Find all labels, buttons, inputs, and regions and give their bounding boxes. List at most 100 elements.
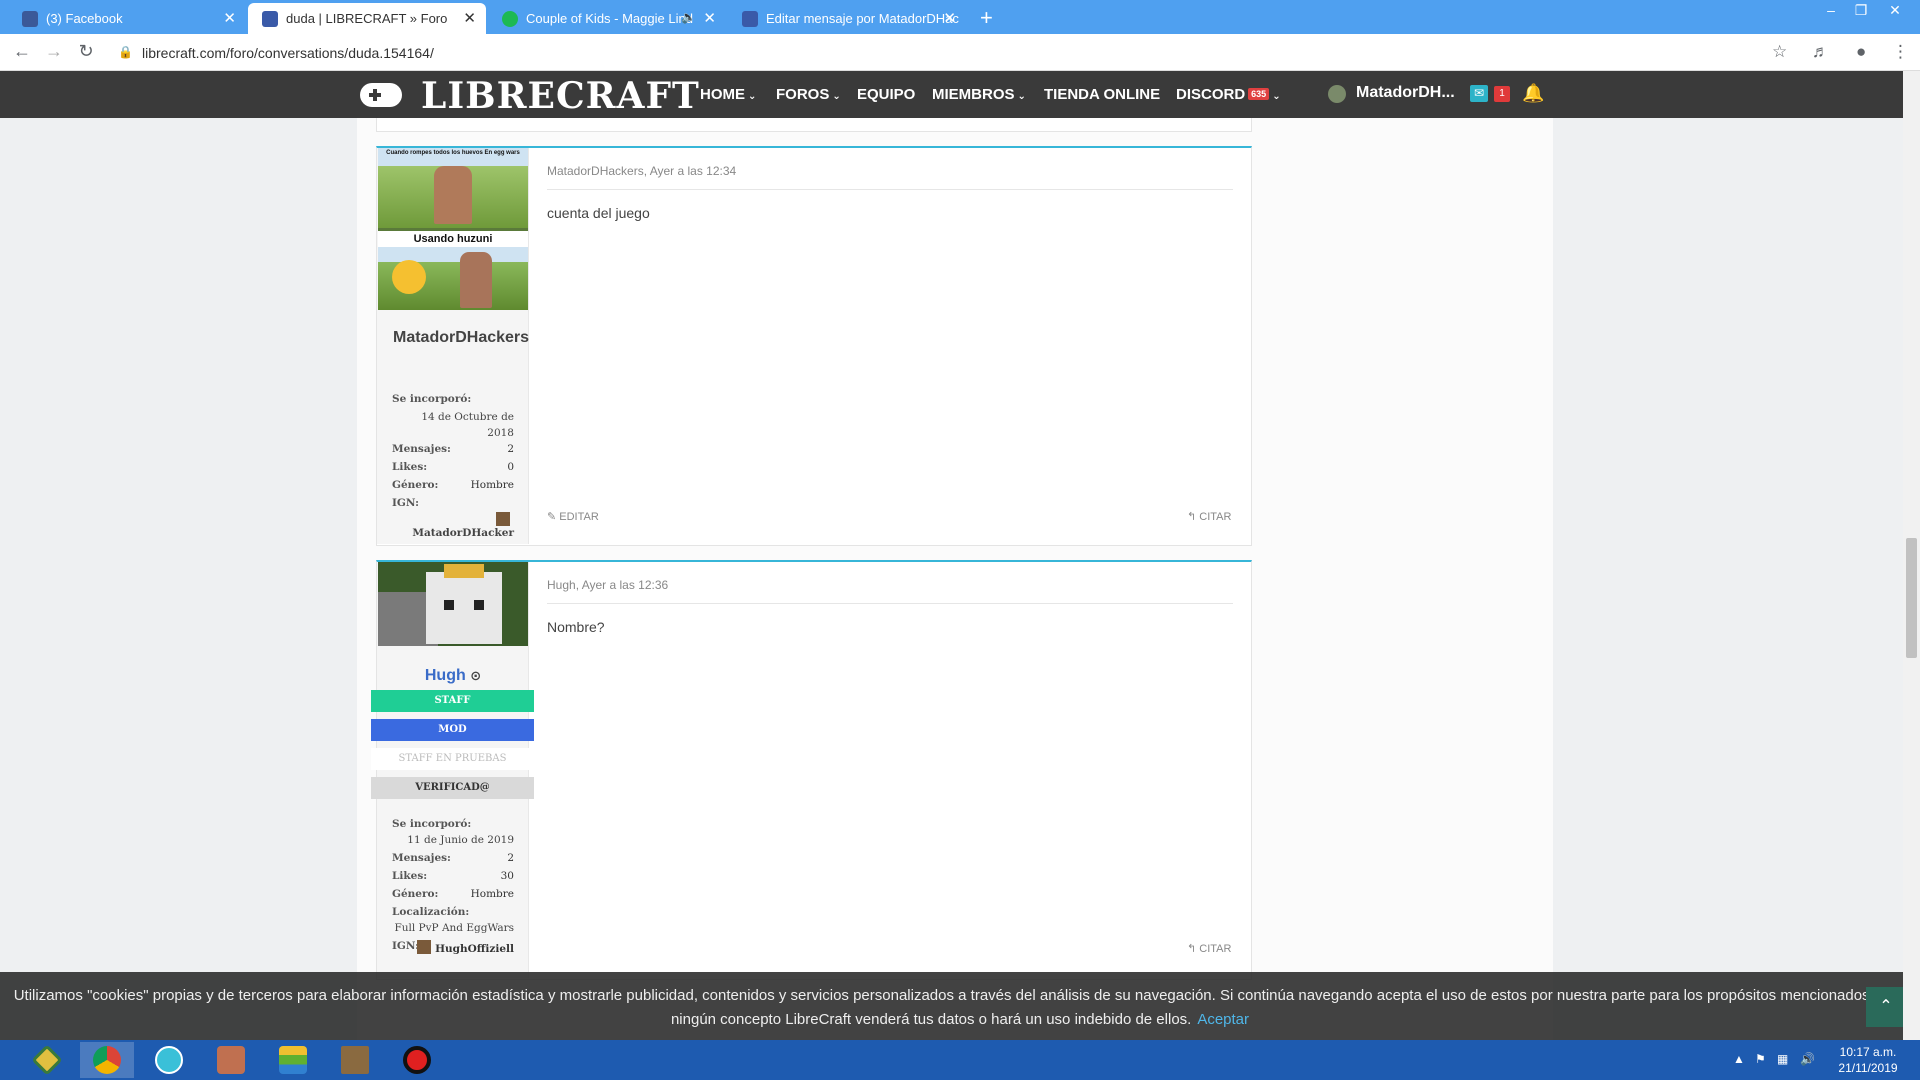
tray-flag-icon[interactable]: ⚑ (1755, 1052, 1766, 1066)
profile-icon[interactable]: ● (1856, 42, 1866, 62)
gamepad-logo-icon[interactable] (360, 83, 402, 107)
back-arrow-icon[interactable]: ← (10, 41, 34, 62)
post-username[interactable]: Hugh ⊙ (377, 666, 529, 686)
tab-librecraft-foro[interactable]: duda | LIBRECRAFT » Foro ✕ (248, 3, 486, 34)
user-menu[interactable]: MatadorDH... (1356, 84, 1455, 102)
taskbar-app-character[interactable] (204, 1042, 258, 1078)
bell-icon[interactable]: 🔔 (1522, 83, 1544, 104)
chevron-down-icon: ⌄ (1272, 91, 1281, 102)
taskbar-app-bluestacks[interactable] (266, 1042, 320, 1078)
stat-likes: Likes: 0 (392, 461, 514, 475)
tray-expand-icon[interactable]: ▲ (1733, 1052, 1745, 1066)
role-badge-mod: MOD (371, 719, 534, 741)
quote-link[interactable]: ↰ CITAR (1187, 510, 1231, 523)
stat-value: 30 (500, 870, 514, 882)
stat-key: Se incorporó: (392, 818, 472, 830)
post-message: cuenta del juego (547, 205, 650, 221)
user-avatar-image[interactable]: Cuando rompes todos los huevos En egg wa… (378, 148, 528, 310)
quote-label: CITAR (1199, 943, 1232, 955)
menu-dots-icon[interactable]: ⋮ (1892, 42, 1909, 62)
verified-check-icon: ⊙ (470, 668, 482, 683)
network-icon[interactable]: ▦ (1777, 1052, 1788, 1066)
nav-home[interactable]: HOME ⌄ (700, 86, 756, 103)
close-tab-icon[interactable]: ✕ (703, 9, 716, 27)
nav-label: FOROS (776, 86, 830, 103)
nav-label: EQUIPO (857, 86, 916, 103)
post-meta[interactable]: MatadorDHackers, Ayer a las 12:34 (547, 164, 736, 178)
tab-title: (3) Facebook (46, 11, 123, 26)
stat-ign-value: HughOffiziell (417, 940, 514, 955)
nav-equipo[interactable]: EQUIPO (857, 86, 915, 103)
volume-icon[interactable]: 🔊 (1800, 1052, 1815, 1066)
nav-discord[interactable]: DISCORD 635 ⌄ (1176, 86, 1281, 103)
clock-time: 10:17 a.m. (1839, 1045, 1897, 1059)
taskbar-app-recorder[interactable] (390, 1042, 444, 1078)
reload-icon[interactable]: ↻ (74, 41, 98, 62)
nav-label: MIEMBROS (932, 86, 1015, 103)
user-avatar-image[interactable] (378, 562, 528, 646)
bookmark-star-icon[interactable]: ☆ (1772, 42, 1787, 62)
site-logo[interactable]: LIBRECRAFT (421, 75, 700, 117)
librecraft-favicon-icon (262, 11, 278, 27)
tab-facebook[interactable]: (3) Facebook ✕ (8, 3, 246, 34)
taskbar-app-minecraft[interactable] (328, 1042, 382, 1078)
role-badge-staff: STAFF (371, 690, 534, 712)
avatar-figure (460, 252, 492, 308)
post-meta[interactable]: Hugh, Ayer a las 12:36 (547, 578, 668, 592)
avatar-top-caption: Cuando rompes todos los huevos En egg wa… (386, 150, 520, 156)
close-window-icon[interactable]: ✕ (1880, 0, 1910, 20)
forward-arrow-icon[interactable]: → (42, 41, 66, 62)
avatar-eye (474, 600, 484, 610)
lock-icon: 🔒 (118, 45, 133, 59)
address-bar[interactable]: 🔒 librecraft.com/foro/conversations/duda… (108, 39, 1788, 67)
taskbar-app-minecraft-launcher[interactable] (20, 1042, 74, 1078)
windows-taskbar: ▲ ⚑ ▦ 🔊 10:17 a.m. 21/11/2019 (0, 1040, 1920, 1080)
laughing-emoji-icon (392, 260, 426, 294)
taskbar-app-chrome[interactable] (80, 1042, 134, 1078)
close-tab-icon[interactable]: ✕ (943, 9, 956, 27)
ign-text: HughOffiziell (435, 943, 514, 955)
post-username[interactable]: MatadorDHackers (377, 328, 529, 348)
quote-link[interactable]: ↰ CITAR (1187, 942, 1231, 955)
chevron-down-icon: ⌄ (1017, 91, 1026, 102)
reply-arrow-icon: ↰ (1187, 511, 1200, 523)
speaker-icon[interactable]: 🔈 (681, 10, 696, 24)
minecraft-head-icon (496, 512, 510, 526)
launcher-icon (31, 1044, 63, 1076)
stat-key: Likes: (392, 870, 428, 882)
taskbar-clock[interactable]: 10:17 a.m. 21/11/2019 (1818, 1044, 1918, 1076)
cookie-banner: Utilizamos "cookies" propias y de tercer… (0, 972, 1920, 1040)
edit-label: EDITAR (559, 511, 599, 523)
post-separator (547, 189, 1233, 190)
stat-joined-label: Se incorporó: (392, 818, 514, 832)
stat-joined-value: 14 de Octubre de 2018 (421, 411, 514, 439)
user-avatar[interactable] (1328, 85, 1346, 103)
nav-miembros[interactable]: MIEMBROS ⌄ (932, 86, 1026, 103)
nav-tienda-online[interactable]: TIENDA ONLINE (1044, 86, 1160, 103)
taskbar-app-clock[interactable] (142, 1042, 196, 1078)
avatar-mid-caption: Usando huzuni (378, 231, 528, 247)
scrollbar-thumb[interactable] (1906, 538, 1917, 658)
media-control-icon[interactable]: ♬ (1812, 42, 1829, 62)
post-message: Nombre? (547, 619, 605, 635)
scroll-to-top-button[interactable]: ⌃ (1866, 987, 1906, 1027)
nav-foros[interactable]: FOROS ⌄ (776, 86, 841, 103)
close-tab-icon[interactable]: ✕ (463, 9, 476, 27)
message-post: Hugh ⊙ STAFF MOD STAFF EN PRUEBAS VERIFI… (371, 560, 1252, 980)
minimize-icon[interactable]: – (1816, 0, 1846, 20)
role-badge-verificado: VERIFICAD@ (371, 777, 534, 799)
stat-ign: IGN: HughOffiziell (392, 940, 514, 955)
tab-editar-mensaje[interactable]: Editar mensaje por MatadorDHac ✕ (728, 3, 966, 34)
stat-gender: Género: Hombre (392, 479, 514, 493)
edit-link[interactable]: ✎ EDITAR (547, 510, 599, 523)
inbox-icon[interactable]: ✉ (1470, 85, 1488, 102)
cookie-accept-link[interactable]: Aceptar (1197, 1011, 1249, 1028)
new-tab-plus-icon[interactable]: + (980, 5, 993, 31)
stat-key: Mensajes: (392, 852, 451, 864)
stat-joined-value: 11 de Junio de 2019 (407, 834, 514, 846)
close-tab-icon[interactable]: ✕ (223, 9, 236, 27)
tab-couple-of-kids[interactable]: Couple of Kids - Maggie Lind 🔈 ✕ (488, 3, 726, 34)
record-icon (403, 1046, 431, 1074)
stat-ign-label: IGN: (392, 497, 514, 511)
restore-icon[interactable]: ❐ (1846, 0, 1876, 20)
